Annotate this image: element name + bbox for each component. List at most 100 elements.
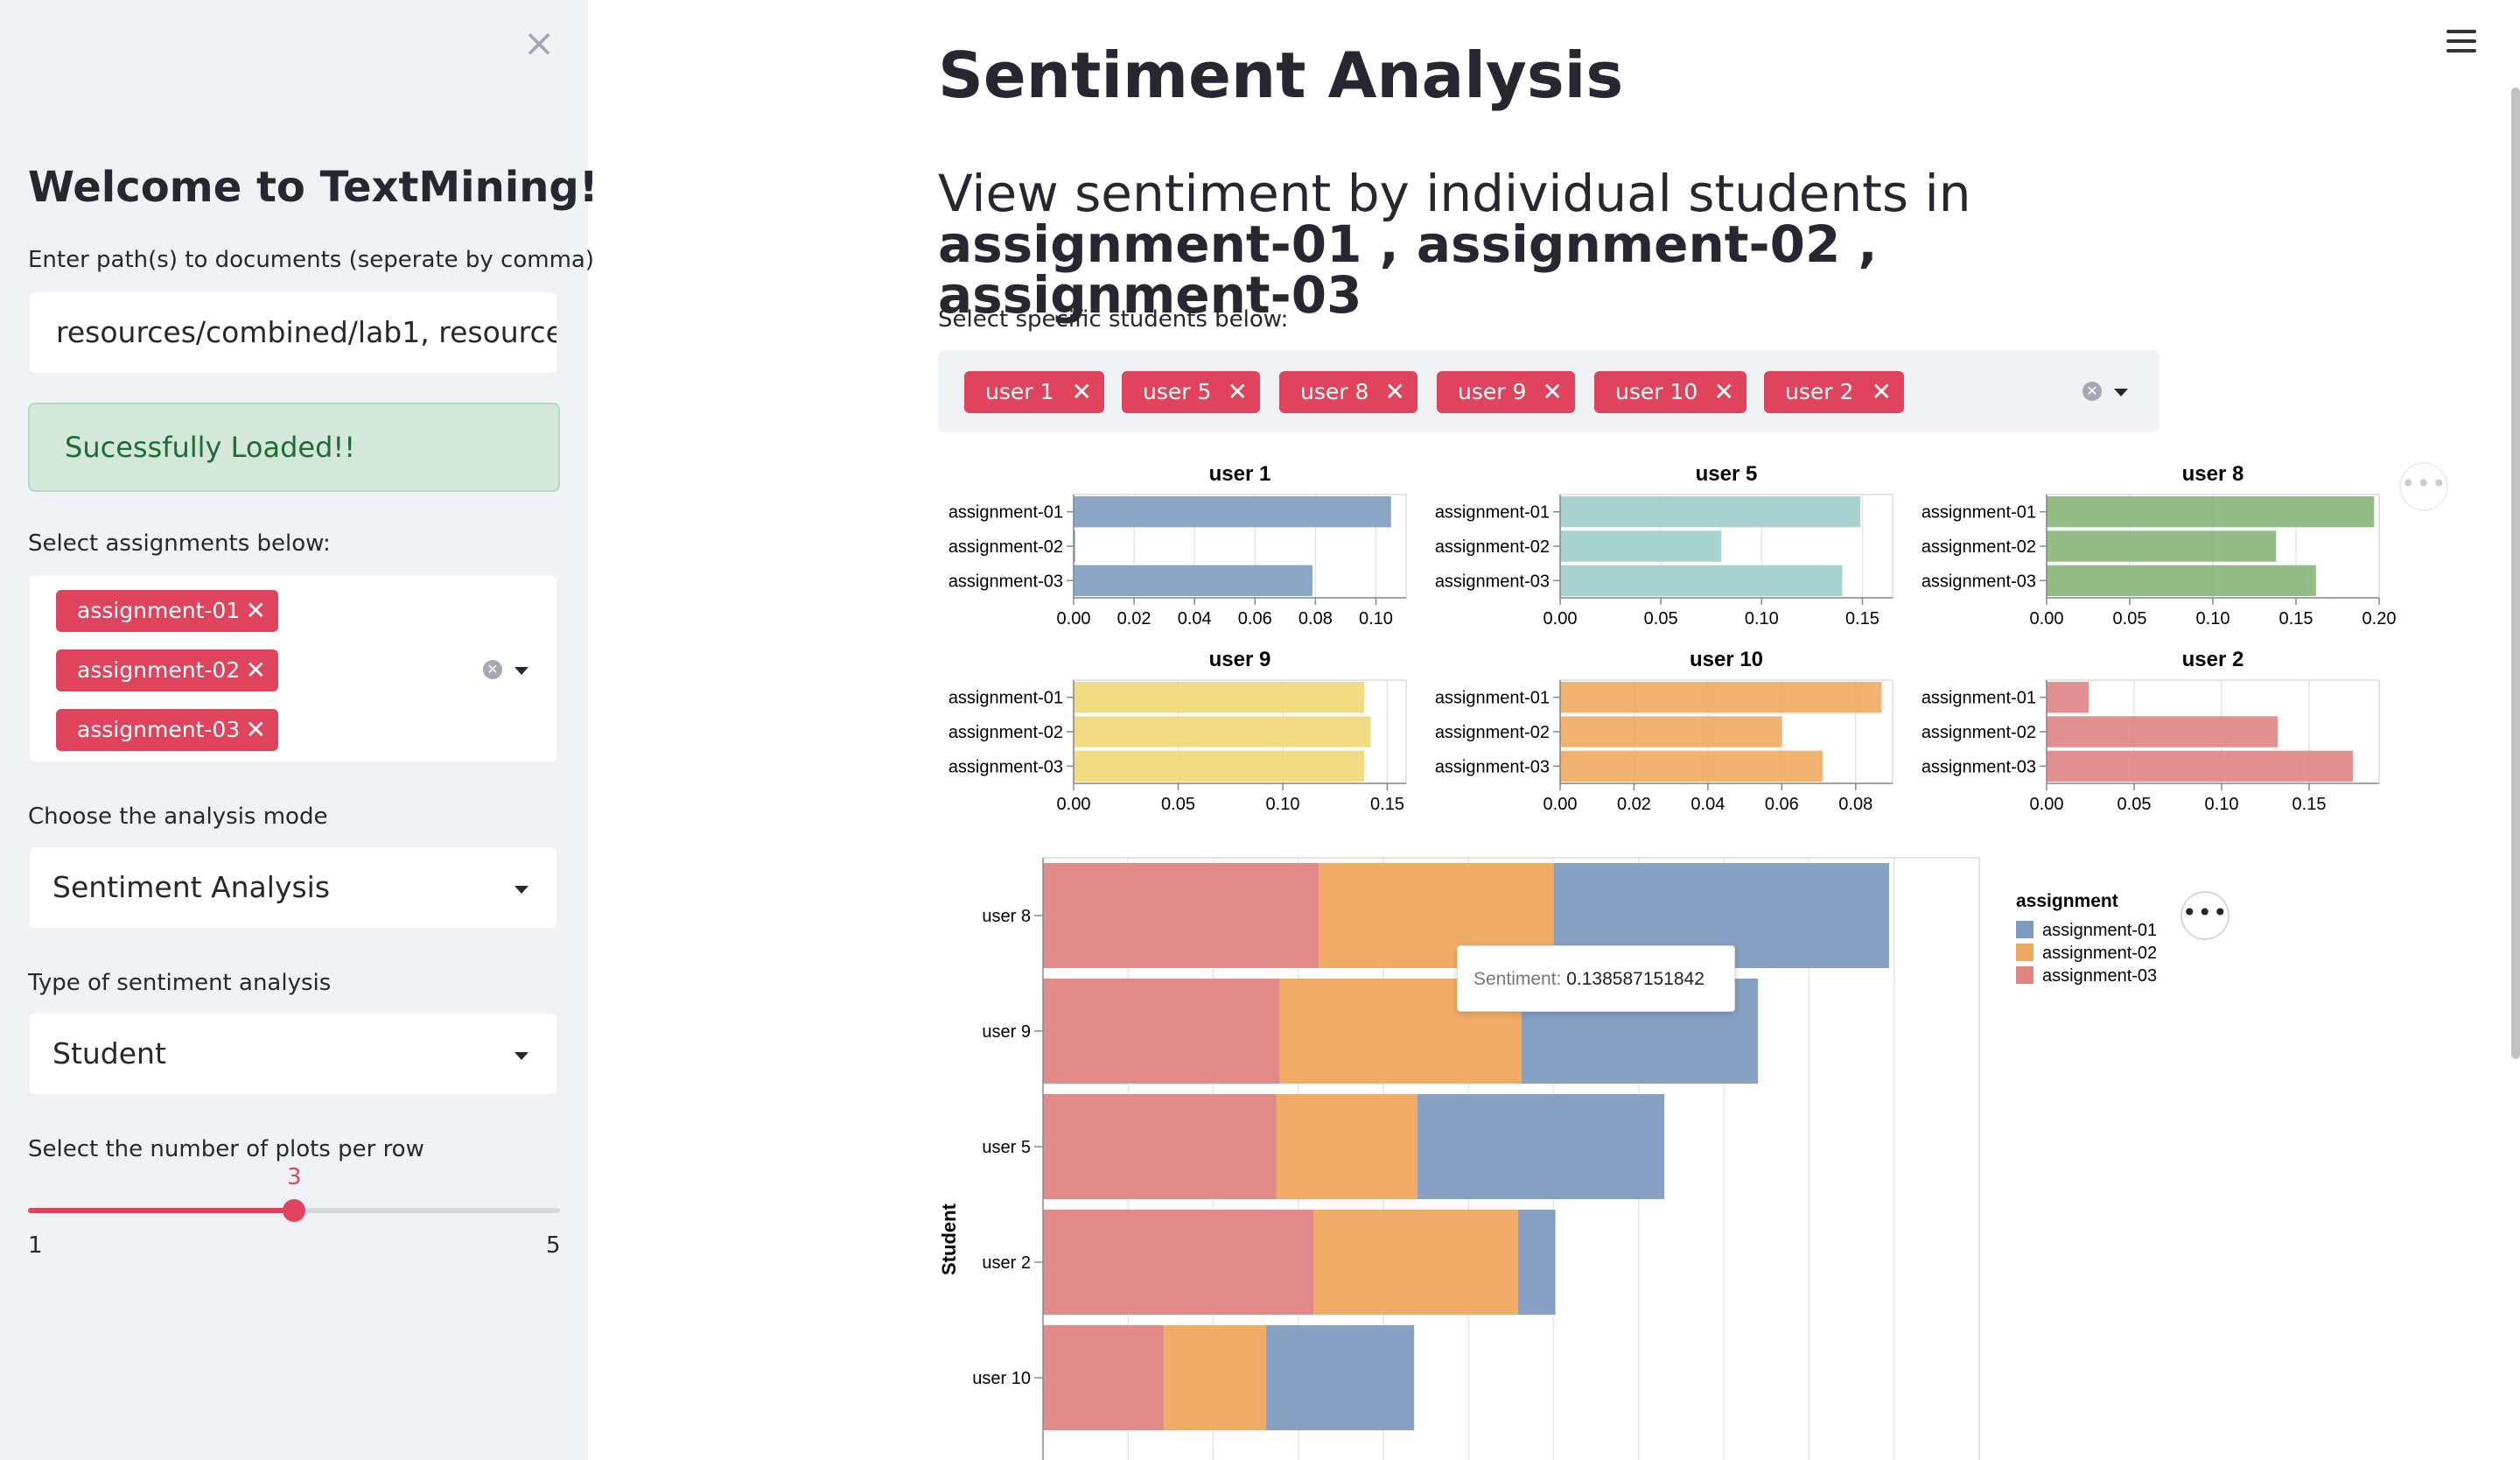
bar — [2047, 750, 2353, 782]
chart-title: user 9 — [1209, 648, 1271, 671]
y-tick-label: assignment-01 — [948, 503, 1063, 523]
x-tick-label: 0.06 — [1765, 795, 1799, 814]
y-tick-label: assignment-01 — [1922, 503, 2036, 523]
remove-tag-icon[interactable]: ✕ — [246, 709, 266, 751]
y-axis-title: Student — [938, 1203, 960, 1275]
x-tick-label: 0.05 — [1644, 609, 1678, 628]
y-tick-label: assignment-01 — [1435, 689, 1550, 708]
tooltip-label: Sentiment: — [1474, 969, 1562, 989]
sidebar: × Welcome to TextMining! Enter path(s) t… — [0, 0, 598, 1460]
chevron-down-icon[interactable] — [514, 886, 528, 894]
tag-label: assignment-01 — [77, 598, 241, 623]
sentiment-type-select[interactable]: Student — [28, 1012, 558, 1096]
x-tick-label: 0.02 — [1117, 609, 1152, 628]
bar-segment — [1164, 1325, 1266, 1430]
x-tick-label: 0.00 — [2030, 795, 2064, 814]
y-tick-label: user 5 — [982, 1138, 1031, 1157]
y-tick-label: user 2 — [982, 1253, 1031, 1273]
y-tick-label: assignment-02 — [948, 537, 1063, 557]
x-tick-label: 0.05 — [1161, 795, 1195, 814]
y-tick-label: assignment-02 — [1922, 537, 2036, 557]
x-tick-label: 0.06 — [1238, 609, 1272, 628]
small-chart-user-1: user 1 assignment-01 assignment-02 assignme… — [948, 462, 1407, 628]
clear-all-icon[interactable]: ✕ — [483, 660, 502, 679]
chart-title: user 1 — [1209, 462, 1271, 486]
tag-assignment-02[interactable]: assignment-02 ✕ — [56, 649, 278, 691]
bar — [1560, 750, 1823, 782]
chevron-down-icon[interactable] — [514, 1052, 528, 1060]
bar — [2047, 682, 2089, 713]
bar-segment — [1043, 863, 1320, 968]
x-tick-label: 0.08 — [1298, 609, 1333, 628]
path-label: Enter path(s) to documents (seperate by … — [28, 247, 594, 273]
y-tick-label: assignment-01 — [1922, 689, 2036, 708]
x-tick-label: 0.00 — [1544, 609, 1578, 628]
y-tick-label: assignment-01 — [1435, 503, 1550, 523]
legend-swatch — [2016, 921, 2034, 938]
mode-select[interactable]: Sentiment Analysis — [28, 846, 558, 930]
stacked-sentiment-chart: user 8 user 9 user 5 user 2 user 10 Student as… — [938, 857, 2157, 1460]
y-tick-label: assignment-03 — [1922, 757, 2036, 776]
tooltip-value: 0.138587151842 — [1566, 969, 1704, 989]
bar — [2047, 530, 2277, 562]
tag-assignment-01[interactable]: assignment-01 ✕ — [56, 590, 278, 632]
bar — [2047, 716, 2278, 748]
x-tick-label: 0.04 — [1690, 795, 1725, 814]
small-chart-user-10: user 10 assignment-01 assignment-02 assignm… — [1435, 648, 1894, 814]
small-chart-user-5: user 5 assignment-01 assignment-02 assignme… — [1435, 462, 1894, 628]
y-tick-label: user 10 — [972, 1369, 1031, 1388]
sidebar-title: Welcome to TextMining! — [28, 163, 598, 212]
chart-title: user 2 — [2182, 648, 2244, 671]
tag-label: assignment-03 — [77, 717, 241, 742]
x-tick-label: 0.10 — [2205, 795, 2239, 814]
assignments-label: Select assignments below: — [28, 530, 331, 557]
bar-segment — [1043, 979, 1280, 1084]
small-multiples-chart: user 1 assignment-01 assignment-02 assignme… — [948, 462, 2397, 814]
chevron-down-icon[interactable] — [514, 667, 528, 675]
bar — [1074, 750, 1365, 782]
plots-per-row-slider[interactable] — [28, 1199, 560, 1222]
y-tick-label: user 9 — [982, 1022, 1031, 1042]
y-tick-label: assignment-01 — [948, 689, 1063, 708]
assignments-multiselect[interactable]: assignment-01 ✕ assignment-02 ✕ assignme… — [28, 574, 558, 763]
x-tick-label: 0.05 — [2113, 609, 2147, 628]
main-content: Sentiment Analysis View sentiment by ind… — [588, 0, 2520, 1460]
y-tick-label: assignment-03 — [1435, 757, 1550, 776]
y-tick-label: assignment-02 — [1922, 723, 2036, 742]
x-tick-label: 0.02 — [1617, 795, 1651, 814]
slider-fill — [28, 1208, 294, 1213]
path-input[interactable]: resources/combined/lab1, resources/c — [28, 291, 558, 375]
tag-assignment-03[interactable]: assignment-03 ✕ — [56, 709, 278, 751]
remove-tag-icon[interactable]: ✕ — [246, 649, 266, 691]
mode-value: Sentiment Analysis — [52, 870, 331, 904]
x-tick-label: 0.15 — [2279, 609, 2314, 628]
bar — [1074, 565, 1312, 596]
y-tick-label: assignment-03 — [948, 572, 1063, 591]
x-tick-label: 0.00 — [2030, 609, 2064, 628]
bar — [1560, 565, 1843, 596]
close-icon[interactable]: × — [522, 25, 556, 63]
remove-tag-icon[interactable]: ✕ — [246, 590, 266, 632]
slider-value: 3 — [287, 1164, 302, 1190]
y-tick-label: assignment-03 — [948, 757, 1063, 776]
legend-label: assignment-02 — [2042, 944, 2157, 963]
x-tick-label: 0.10 — [2196, 609, 2230, 628]
bar — [1560, 716, 1782, 748]
legend-swatch — [2016, 944, 2034, 961]
bar-segment — [1276, 1094, 1418, 1199]
y-tick-label: assignment-03 — [1435, 572, 1550, 591]
chart-title: user 5 — [1696, 462, 1758, 486]
slider-thumb[interactable] — [283, 1199, 305, 1222]
bar — [2047, 496, 2375, 528]
small-chart-user-9: user 9 assignment-01 assignment-02 assignme… — [948, 648, 1407, 814]
legend-label: assignment-01 — [2042, 921, 2157, 940]
bar — [1074, 496, 1391, 528]
success-alert: Sucessfully Loaded!! — [28, 403, 560, 492]
x-tick-label: 0.15 — [1845, 609, 1880, 628]
plots-per-row-label: Select the number of plots per row — [28, 1136, 424, 1162]
x-tick-label: 0.15 — [1370, 795, 1404, 814]
bar-segment — [1418, 1094, 1665, 1199]
x-tick-label: 0.10 — [1266, 795, 1300, 814]
y-tick-label: assignment-02 — [948, 723, 1063, 742]
bar-segment — [1043, 1094, 1277, 1199]
